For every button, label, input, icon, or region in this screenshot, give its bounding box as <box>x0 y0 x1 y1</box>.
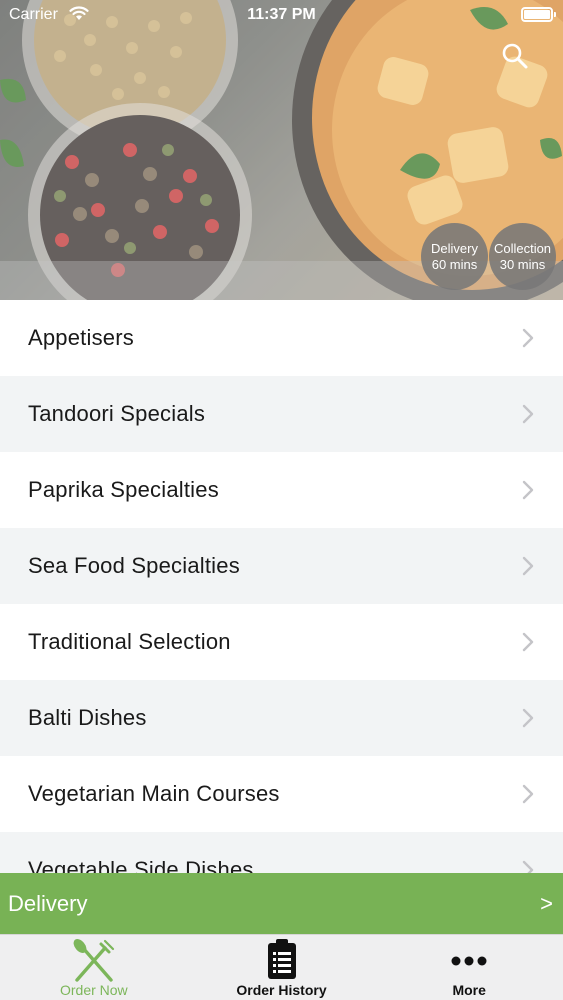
menu-category-label: Balti Dishes <box>28 705 147 730</box>
collection-badge-time: 30 mins <box>499 257 546 272</box>
menu-category-vegetarian-main-courses[interactable]: Vegetarian Main Courses <box>0 756 563 832</box>
order-type-label: Delivery <box>8 890 88 916</box>
menu-category-label: Vegetable Side Dishes <box>28 857 254 873</box>
tab-label: Order History <box>236 982 327 998</box>
menu-category-traditional-selection[interactable]: Traditional Selection <box>0 604 563 680</box>
menu-category-balti-dishes[interactable]: Balti Dishes <box>0 680 563 756</box>
chevron-right-icon <box>522 632 534 652</box>
menu-category-label: Traditional Selection <box>28 629 231 654</box>
menu-category-label: Sea Food Specialties <box>28 553 240 578</box>
chevron-right-icon <box>522 860 534 873</box>
battery-icon <box>521 7 556 22</box>
collection-time-badge: Collection 30 mins <box>489 223 556 290</box>
menu-category-tandoori-specials[interactable]: Tandoori Specials <box>0 376 563 452</box>
fork-knife-icon <box>73 939 114 982</box>
delivery-time-badge: Delivery 60 mins <box>421 223 488 290</box>
tab-bar: Order Now Order History More <box>0 934 563 1000</box>
tab-order-now[interactable]: Order Now <box>0 935 188 1000</box>
tab-order-history[interactable]: Order History <box>188 935 376 1000</box>
chevron-right-icon <box>522 480 534 500</box>
menu-category-appetisers[interactable]: Appetisers <box>0 300 563 376</box>
chevron-right-icon <box>522 328 534 348</box>
order-type-arrow: > <box>540 890 553 916</box>
collection-badge-label: Collection <box>493 241 552 256</box>
chevron-right-icon <box>522 708 534 728</box>
search-icon[interactable] <box>501 42 529 70</box>
status-bar: Carrier 11:37 PM <box>0 0 563 30</box>
tab-label: More <box>452 982 486 998</box>
chevron-right-icon <box>522 404 534 424</box>
clipboard-list-icon <box>267 939 296 979</box>
menu-category-label: Vegetarian Main Courses <box>28 781 280 806</box>
menu-category-paprika-specialties[interactable]: Paprika Specialties <box>0 452 563 528</box>
chevron-right-icon <box>522 784 534 804</box>
tab-label: Order Now <box>59 982 128 998</box>
more-dots-icon <box>451 956 487 966</box>
menu-category-label: Paprika Specialties <box>28 477 219 502</box>
menu-category-vegetable-side-dishes[interactable]: Vegetable Side Dishes <box>0 832 563 873</box>
delivery-badge-label: Delivery <box>431 241 478 256</box>
menu-category-label: Tandoori Specials <box>28 401 206 426</box>
status-time: 11:37 PM <box>247 6 316 23</box>
menu-category-label: Appetisers <box>28 325 134 350</box>
menu-category-list: Appetisers Tandoori Specials Paprika Spe… <box>0 300 563 873</box>
menu-category-sea-food-specialties[interactable]: Sea Food Specialties <box>0 528 563 604</box>
order-type-bar[interactable]: Delivery > <box>0 873 563 934</box>
tab-more[interactable]: More <box>375 935 563 1000</box>
chevron-right-icon <box>522 556 534 576</box>
delivery-badge-time: 60 mins <box>431 257 478 272</box>
